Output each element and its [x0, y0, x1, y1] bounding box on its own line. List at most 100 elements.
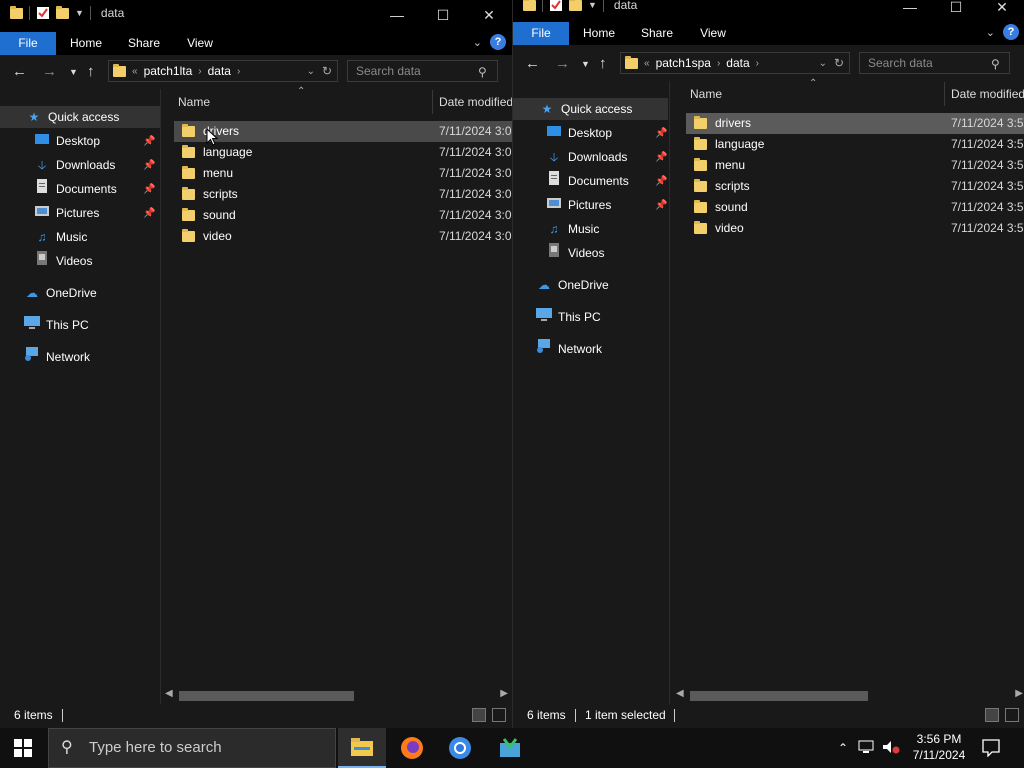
breadcrumb-item[interactable]: data: [726, 56, 749, 70]
nav-videos[interactable]: Videos: [34, 250, 92, 272]
maximize-button[interactable]: ☐: [933, 0, 979, 22]
nav-pictures[interactable]: Pictures: [546, 194, 611, 216]
up-arrow-icon[interactable]: ↑: [87, 63, 95, 80]
column-header-name[interactable]: Name: [178, 89, 210, 115]
taskbar-search-input[interactable]: ⚲ Type here to search: [48, 728, 336, 768]
forward-arrow-icon[interactable]: →: [42, 63, 57, 80]
column-divider[interactable]: [432, 90, 433, 114]
table-row[interactable]: menu 7/11/2024 3:55: [686, 155, 1024, 176]
windows-start-icon[interactable]: [14, 739, 32, 757]
new-folder-icon[interactable]: [56, 5, 69, 19]
nav-desktop[interactable]: Desktop: [34, 130, 100, 152]
table-row[interactable]: language 7/11/2024 3:07: [174, 142, 512, 163]
chrome-taskbar-icon[interactable]: [436, 728, 484, 768]
table-row[interactable]: language 7/11/2024 3:55: [686, 134, 1024, 155]
column-divider[interactable]: [944, 82, 945, 106]
nav-this-pc[interactable]: This PC: [536, 306, 601, 328]
nav-this-pc[interactable]: This PC: [24, 314, 89, 336]
pin-icon[interactable]: 📌: [655, 176, 667, 187]
tab-home[interactable]: Home: [58, 32, 114, 55]
search-input[interactable]: Search data: [347, 60, 498, 82]
nav-downloads[interactable]: 🡣 Downloads: [34, 154, 116, 176]
maximize-button[interactable]: ☐: [420, 0, 466, 30]
tab-file[interactable]: File: [0, 32, 56, 55]
nav-documents[interactable]: Documents: [546, 170, 629, 192]
scrollbar-thumb[interactable]: [690, 691, 868, 701]
chevron-right-icon[interactable]: ›: [717, 58, 720, 69]
refresh-icon[interactable]: ↻: [834, 56, 844, 70]
horizontal-scrollbar[interactable]: ◀ ▶: [161, 688, 512, 702]
expand-ribbon-icon[interactable]: ⌄: [473, 36, 482, 49]
chevron-down-icon[interactable]: ▼: [588, 0, 597, 10]
table-row[interactable]: drivers 7/11/2024 3:07: [174, 121, 512, 142]
table-row[interactable]: scripts 7/11/2024 3:55: [686, 176, 1024, 197]
horizontal-scrollbar[interactable]: ◀ ▶: [670, 688, 1024, 702]
pane-splitter[interactable]: [669, 81, 670, 704]
breadcrumb-item[interactable]: patch1lta: [144, 64, 193, 78]
pin-icon[interactable]: 📌: [143, 136, 155, 147]
nav-onedrive[interactable]: ☁ OneDrive: [24, 282, 97, 304]
nav-music[interactable]: ♫ Music: [546, 218, 600, 240]
table-row[interactable]: video 7/11/2024 3:07: [174, 226, 512, 247]
pane-splitter[interactable]: [160, 89, 161, 704]
breadcrumb-item[interactable]: patch1spa: [656, 56, 711, 70]
pin-icon[interactable]: 📌: [655, 200, 667, 211]
back-arrow-icon[interactable]: ←: [525, 55, 540, 72]
table-row[interactable]: menu 7/11/2024 3:07: [174, 163, 512, 184]
large-icons-view-icon[interactable]: [492, 708, 506, 722]
scroll-left-icon[interactable]: ◀: [676, 688, 684, 699]
help-icon[interactable]: ?: [1003, 24, 1019, 40]
details-view-icon[interactable]: [985, 708, 999, 722]
scrollbar-thumb[interactable]: [179, 691, 354, 701]
pin-icon[interactable]: 📌: [143, 184, 155, 195]
nav-videos[interactable]: Videos: [546, 242, 604, 264]
recent-locations-icon[interactable]: ▼: [69, 67, 78, 77]
forward-arrow-icon[interactable]: →: [555, 55, 570, 72]
nav-documents[interactable]: Documents: [34, 178, 117, 200]
minimize-button[interactable]: —: [887, 0, 933, 22]
nav-desktop[interactable]: Desktop: [546, 122, 612, 144]
refresh-icon[interactable]: ↻: [322, 64, 332, 78]
taskbar-clock[interactable]: 3:56 PM 7/11/2024: [906, 731, 972, 763]
nav-quick-access[interactable]: ★ Quick access: [0, 106, 160, 128]
tab-view[interactable]: View: [172, 32, 228, 55]
nav-pictures[interactable]: Pictures: [34, 202, 99, 224]
expand-ribbon-icon[interactable]: ⌄: [986, 26, 995, 39]
firefox-taskbar-icon[interactable]: [388, 728, 436, 768]
notification-center-icon[interactable]: [982, 739, 1000, 760]
file-explorer-taskbar-icon[interactable]: [338, 728, 386, 768]
help-icon[interactable]: ?: [490, 34, 506, 50]
address-bar[interactable]: « patch1spa › data › ⌄ ↻: [620, 52, 850, 74]
minimize-button[interactable]: —: [374, 0, 420, 30]
column-header-date[interactable]: Date modified: [439, 89, 512, 115]
search-input[interactable]: Search data: [859, 52, 1010, 74]
nav-quick-access[interactable]: ★ Quick access: [513, 98, 668, 120]
close-button[interactable]: ✕: [979, 0, 1024, 22]
volume-muted-icon[interactable]: [882, 740, 900, 757]
nav-downloads[interactable]: 🡣 Downloads: [546, 146, 628, 168]
nav-music[interactable]: ♫ Music: [34, 226, 88, 248]
nav-onedrive[interactable]: ☁ OneDrive: [536, 274, 609, 296]
scroll-right-icon[interactable]: ▶: [500, 688, 508, 699]
network-status-icon[interactable]: [858, 740, 874, 757]
details-view-icon[interactable]: [472, 708, 486, 722]
nav-network[interactable]: Network: [24, 346, 90, 368]
pin-icon[interactable]: 📌: [143, 160, 155, 171]
breadcrumb-item[interactable]: data: [208, 64, 231, 78]
close-button[interactable]: ✕: [466, 0, 512, 30]
tab-home[interactable]: Home: [571, 22, 627, 45]
new-folder-icon[interactable]: [569, 0, 582, 11]
column-header-name[interactable]: Name: [690, 81, 722, 107]
table-row[interactable]: sound 7/11/2024 3:55: [686, 197, 1024, 218]
nav-network[interactable]: Network: [536, 338, 602, 360]
tab-file[interactable]: File: [513, 22, 569, 45]
back-arrow-icon[interactable]: ←: [12, 63, 27, 80]
chevron-up-icon[interactable]: ⌃: [838, 741, 848, 755]
table-row[interactable]: sound 7/11/2024 3:07: [174, 205, 512, 226]
pin-icon[interactable]: 📌: [655, 152, 667, 163]
column-header-date[interactable]: Date modified: [951, 81, 1024, 107]
chevron-right-icon[interactable]: ›: [237, 66, 240, 77]
address-bar[interactable]: « patch1lta › data › ⌄ ↻: [108, 60, 338, 82]
chevron-right-icon[interactable]: ›: [198, 66, 201, 77]
table-row[interactable]: scripts 7/11/2024 3:07: [174, 184, 512, 205]
